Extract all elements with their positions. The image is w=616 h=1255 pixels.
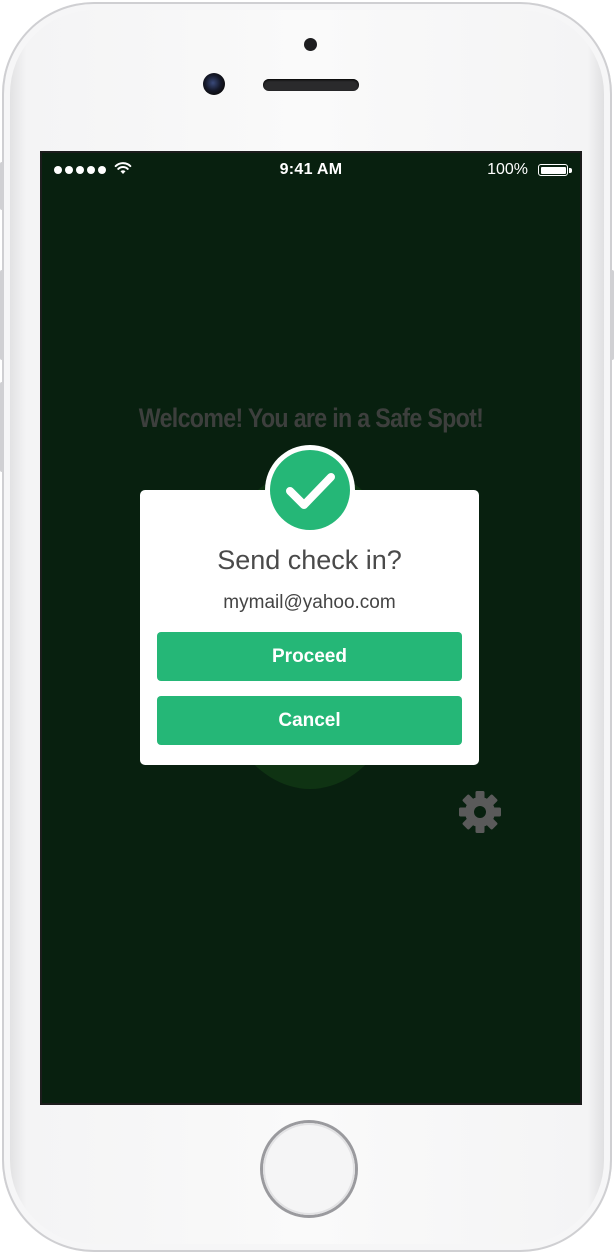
checkmark-icon (286, 473, 335, 509)
status-bar: 9:41 AM 100% (42, 153, 580, 187)
battery-percentage: 100% (487, 161, 528, 178)
power-button (610, 270, 614, 360)
dialog-email: mymail@yahoo.com (223, 592, 396, 613)
home-button[interactable] (263, 1123, 355, 1215)
cancel-button[interactable]: Cancel (157, 696, 462, 745)
proximity-sensor (304, 38, 317, 51)
front-camera (203, 73, 225, 95)
proceed-button[interactable]: Proceed (157, 632, 462, 681)
phone-frame: 9:41 AM 100% Welcome! You are in a Safe … (0, 2, 614, 1252)
mute-switch (0, 162, 4, 210)
earpiece-speaker (263, 79, 359, 91)
battery-icon (538, 164, 572, 176)
welcome-message: Welcome! You are in a Safe Spot! (138, 403, 484, 433)
volume-up-button (0, 270, 4, 360)
volume-down-button (0, 382, 4, 472)
gear-icon[interactable] (457, 789, 503, 835)
app-screen: 9:41 AM 100% Welcome! You are in a Safe … (42, 153, 580, 1103)
checkmark-badge (265, 445, 355, 535)
dialog-title: Send check in? (217, 545, 402, 575)
